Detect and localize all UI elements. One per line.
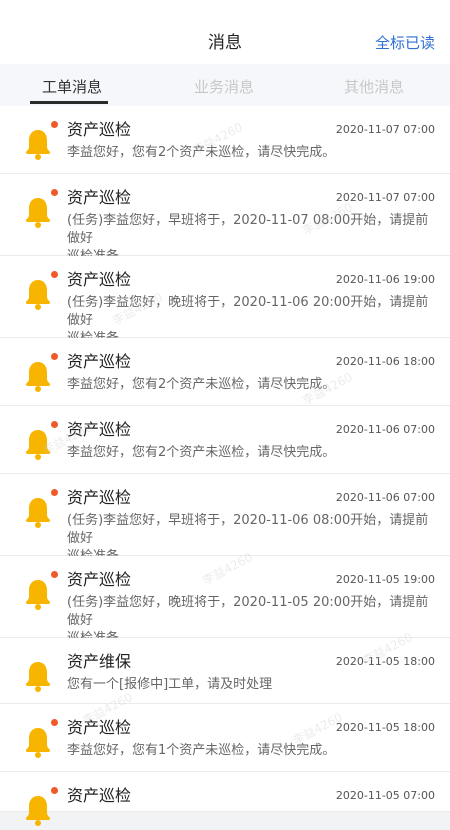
tab-bar: 工单消息 业务消息 其他消息 xyxy=(0,64,450,106)
bell-icon xyxy=(23,794,53,826)
mark-all-read-button[interactable]: 全标已读 xyxy=(375,31,435,55)
message-item[interactable]: 资产巡检 2020-11-05 19:00 (任务)李益您好，晚班将于，2020-1… xyxy=(0,556,450,646)
message-body: 李益您好，您有1个资产未巡检，请尽快完成。 xyxy=(67,743,336,758)
message-time: 2020-11-07 07:00 xyxy=(335,191,435,204)
message-title: 资产巡检 xyxy=(67,718,132,737)
bell-icon xyxy=(23,128,53,160)
bell-icon xyxy=(23,578,53,610)
unread-dot xyxy=(51,121,58,128)
message-title: 资产巡检 xyxy=(67,120,132,139)
message-body: 您有一个[报修中]工单，请及时处理 xyxy=(67,677,273,692)
active-tab-indicator xyxy=(30,101,108,104)
bell-icon xyxy=(23,428,53,460)
unread-dot xyxy=(51,189,58,196)
message-time: 2020-11-05 18:00 xyxy=(335,655,435,668)
message-title: 资产维保 xyxy=(67,652,132,671)
message-title: 资产巡检 xyxy=(67,488,132,507)
message-item[interactable]: 资产巡检 2020-11-05 07:00 xyxy=(0,772,450,826)
message-time: 2020-11-06 07:00 xyxy=(335,423,435,436)
bell-icon xyxy=(23,726,53,758)
message-item[interactable]: 资产巡检 2020-11-07 07:00 李益您好，您有2个资产未巡检，请尽快完成… xyxy=(0,106,450,174)
unread-dot xyxy=(51,353,58,360)
bell-icon xyxy=(23,360,53,392)
message-item[interactable]: 资产巡检 2020-11-05 18:00 李益您好，您有1个资产未巡检，请尽快完成… xyxy=(0,704,450,772)
message-title: 资产巡检 xyxy=(67,352,132,371)
message-item[interactable]: 资产巡检 2020-11-06 07:00 (任务)李益您好，早班将于，2020-1… xyxy=(0,474,450,564)
bell-icon xyxy=(23,278,53,310)
tab-other-messages[interactable]: 其他消息 xyxy=(344,76,404,98)
message-body: 李益您好，您有2个资产未巡检，请尽快完成。 xyxy=(67,377,336,392)
message-title: 资产巡检 xyxy=(67,570,132,589)
message-body: 李益您好，您有2个资产未巡检，请尽快完成。 xyxy=(67,445,336,460)
message-title: 资产巡检 xyxy=(67,270,132,289)
message-time: 2020-11-06 18:00 xyxy=(335,355,435,368)
message-item[interactable]: 资产巡检 2020-11-06 18:00 李益您好，您有2个资产未巡检，请尽快完成… xyxy=(0,338,450,406)
bell-icon xyxy=(23,496,53,528)
bell-icon xyxy=(23,196,53,228)
message-time: 2020-11-06 07:00 xyxy=(335,491,435,504)
message-title: 资产巡检 xyxy=(67,420,132,439)
bell-icon xyxy=(23,660,53,692)
unread-dot xyxy=(51,719,58,726)
message-time: 2020-11-05 18:00 xyxy=(335,721,435,734)
unread-dot xyxy=(51,421,58,428)
message-item[interactable]: 资产巡检 2020-11-06 19:00 (任务)李益您好，晚班将于，2020-1… xyxy=(0,256,450,346)
message-time: 2020-11-05 07:00 xyxy=(335,789,435,802)
message-item[interactable]: 资产维保 2020-11-05 18:00 您有一个[报修中]工单，请及时处理 xyxy=(0,638,450,704)
unread-dot xyxy=(51,787,58,794)
tab-work-order-messages[interactable]: 工单消息 xyxy=(42,76,102,98)
unread-dot xyxy=(51,571,58,578)
message-time: 2020-11-05 19:00 xyxy=(335,573,435,586)
unread-dot xyxy=(51,271,58,278)
tab-business-messages[interactable]: 业务消息 xyxy=(194,76,254,98)
message-time: 2020-11-07 07:00 xyxy=(335,123,435,136)
message-item[interactable]: 资产巡检 2020-11-07 07:00 (任务)李益您好，早班将于，2020-1… xyxy=(0,174,450,264)
message-title: 资产巡检 xyxy=(67,188,132,207)
message-time: 2020-11-06 19:00 xyxy=(335,273,435,286)
top-bar: 消息 全标已读 xyxy=(0,0,450,64)
unread-dot xyxy=(51,489,58,496)
message-item[interactable]: 资产巡检 2020-11-06 07:00 李益您好，您有2个资产未巡检，请尽快完成… xyxy=(0,406,450,474)
message-title: 资产巡检 xyxy=(67,786,132,805)
message-body: 李益您好，您有2个资产未巡检，请尽快完成。 xyxy=(67,145,336,160)
